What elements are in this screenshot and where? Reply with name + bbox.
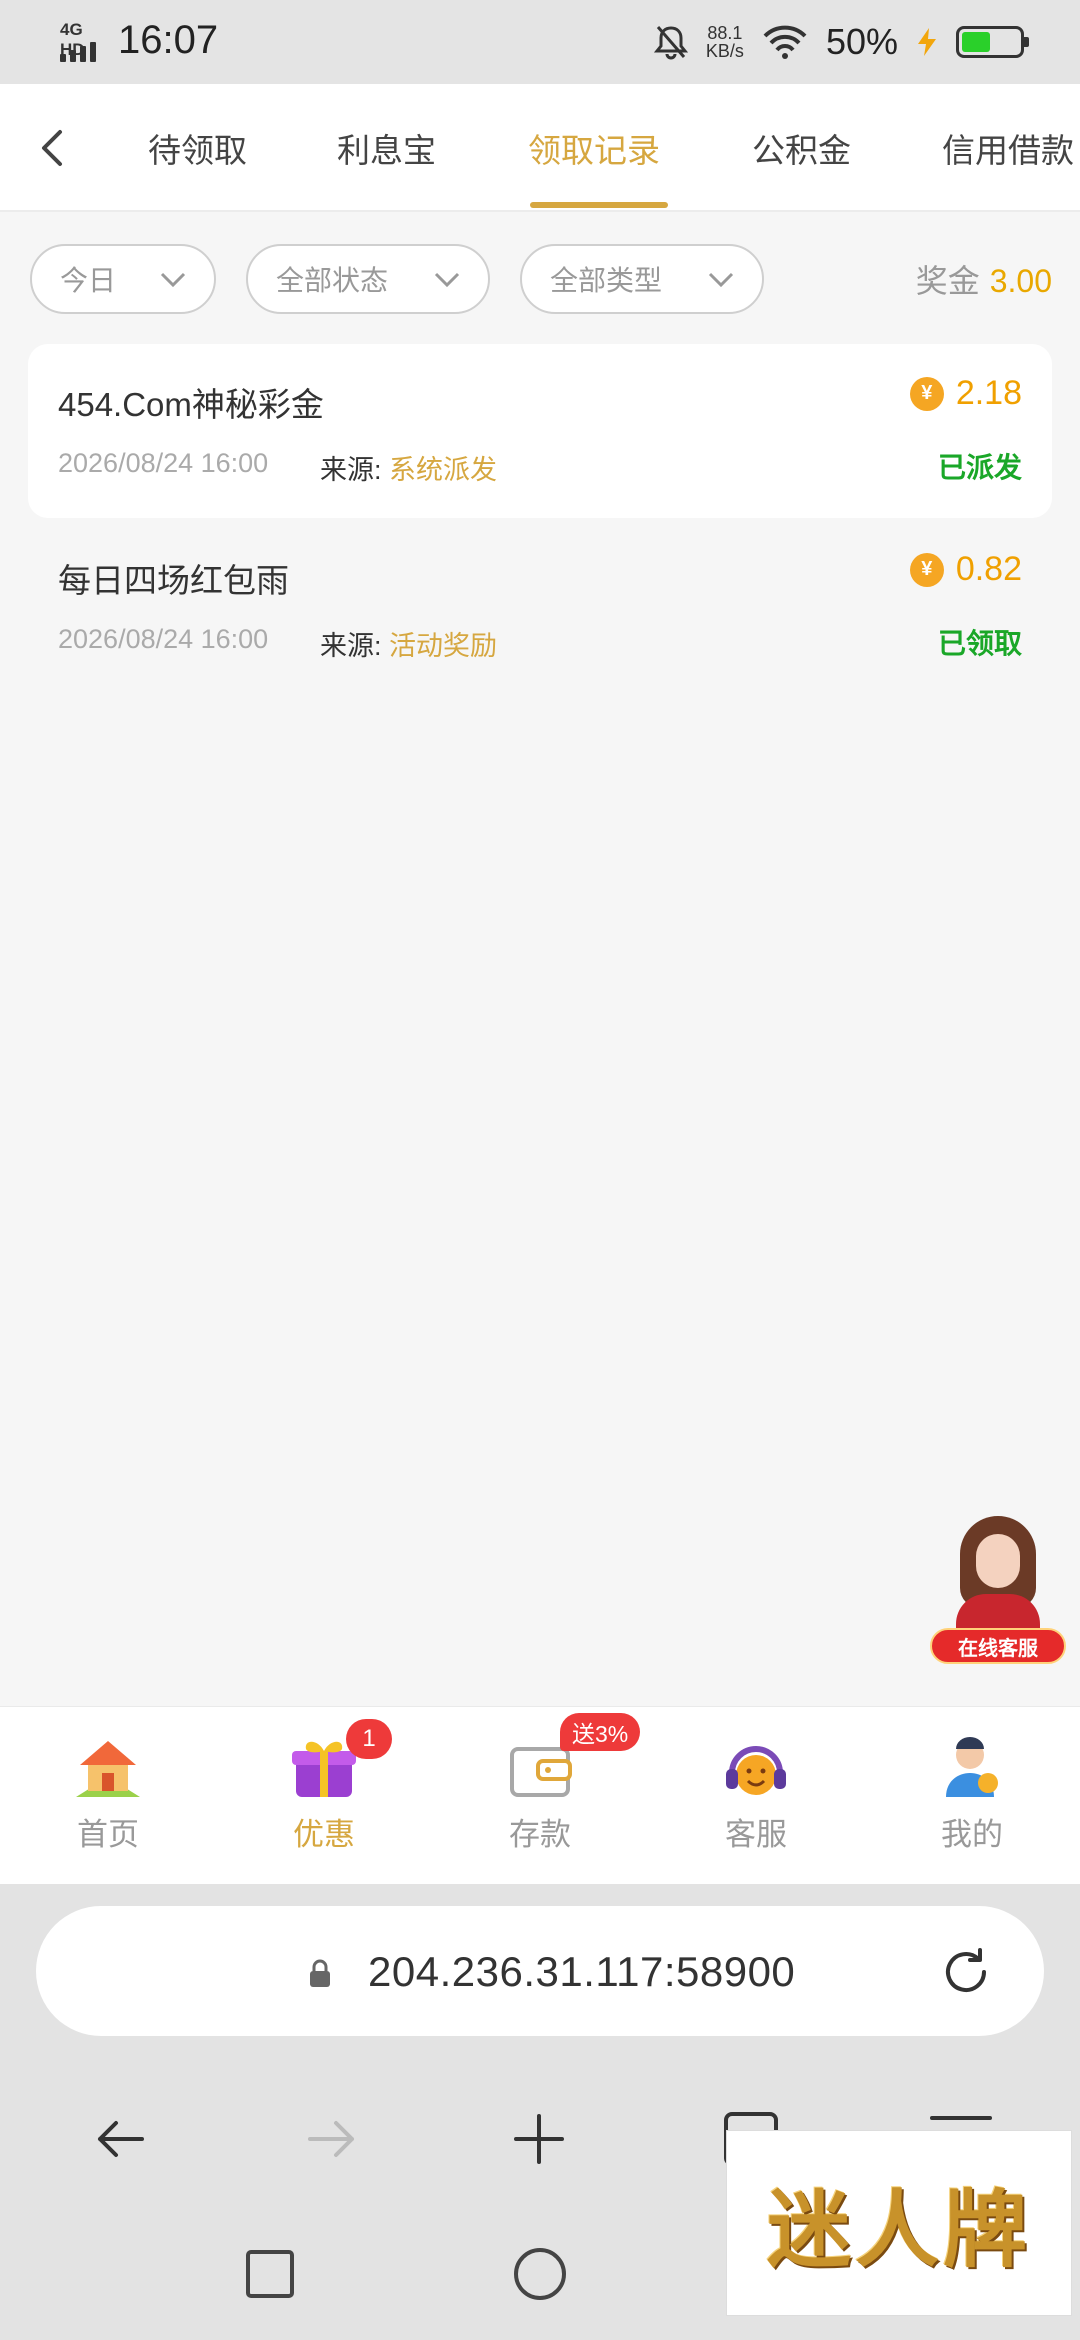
browser-forward-icon[interactable] <box>296 2104 366 2174</box>
record-date: 2026/08/24 16:00 <box>58 448 269 478</box>
record-amount: ¥ 2.18 <box>909 374 1022 413</box>
tab-pending[interactable]: 待领取 <box>148 124 247 172</box>
chevron-down-icon <box>708 272 734 288</box>
list-item[interactable]: 454.Com神秘彩金 ¥ 2.18 2026/08/24 16:00 来源: … <box>28 344 1052 518</box>
bonus-value: 3.00 <box>989 263 1052 299</box>
home-circle-icon[interactable] <box>510 2244 570 2304</box>
online-service-button[interactable]: 在线客服 <box>930 1516 1066 1664</box>
chevron-down-icon <box>434 272 460 288</box>
status-badge: 已领取 <box>937 628 1022 659</box>
lock-icon <box>310 1959 330 1987</box>
list-item[interactable]: 每日四场红包雨 ¥ 0.82 2026/08/24 16:00 来源: 活动奖励… <box>28 520 1052 694</box>
bonus-total: 奖金 3.00 <box>916 256 1052 302</box>
bell-off-icon <box>653 26 688 60</box>
recents-icon[interactable] <box>240 2244 300 2304</box>
network-speed: 88.1 KB/s <box>705 23 744 61</box>
status-filter[interactable]: 全部状态 <box>246 244 490 314</box>
active-tab-indicator <box>530 202 668 208</box>
browser-back-icon[interactable] <box>86 2104 156 2174</box>
record-title: 每日四场红包雨 <box>58 562 289 599</box>
watermark-text: 迷人牌 <box>766 2179 1031 2279</box>
home-icon <box>76 1741 140 1797</box>
clock: 16:07 <box>118 18 219 62</box>
battery-percent: 50% <box>825 21 898 62</box>
tab-claim-records[interactable]: 领取记录 <box>528 124 660 172</box>
reload-icon[interactable] <box>936 1942 996 2002</box>
record-source: 来源: 活动奖励 <box>320 631 498 661</box>
back-arrow-icon[interactable] <box>26 120 82 176</box>
type-filter-label: 全部类型 <box>550 265 663 296</box>
headset-icon <box>726 1746 786 1795</box>
date-filter[interactable]: 今日 <box>30 244 216 314</box>
user-icon <box>946 1737 998 1797</box>
charging-icon <box>918 28 936 56</box>
nav-profile[interactable]: 我的 <box>902 1735 1042 1855</box>
nav-deposit[interactable]: 存款 <box>470 1735 610 1855</box>
online-service-label: 在线客服 <box>930 1628 1066 1664</box>
wifi-icon <box>763 25 807 59</box>
chevron-down-icon <box>160 272 186 288</box>
record-date: 2026/08/24 16:00 <box>58 624 269 654</box>
record-amount: ¥ 0.82 <box>909 550 1022 589</box>
coin-icon: ¥ <box>909 376 944 411</box>
tab-header: 待领取 利息宝 领取记录 公积金 信用借款 <box>0 84 1080 212</box>
status-bar: 4G HD 16:07 88.1 KB/s 50% <box>0 0 1080 84</box>
tab-interest[interactable]: 利息宝 <box>337 124 436 172</box>
battery-icon <box>956 26 1029 58</box>
nav-service[interactable]: 客服 <box>686 1735 826 1855</box>
deposit-bonus-tag: 送3% <box>560 1713 641 1751</box>
nav-home[interactable]: 首页 <box>38 1735 178 1855</box>
bonus-label: 奖金 <box>915 263 980 299</box>
new-tab-icon[interactable] <box>504 2104 574 2174</box>
coin-icon: ¥ <box>909 552 944 587</box>
tab-provident-fund[interactable]: 公积金 <box>752 124 851 172</box>
tab-credit-loan[interactable]: 信用借款 <box>942 124 1074 172</box>
bottom-nav: 首页 优惠 1 存款 送3% 客服 我的 <box>0 1706 1080 1884</box>
record-title: 454.Com神秘彩金 <box>58 386 324 423</box>
date-filter-label: 今日 <box>60 265 117 296</box>
type-filter[interactable]: 全部类型 <box>520 244 764 314</box>
cellular-signal-icon: 4G HD <box>58 20 108 64</box>
address-bar[interactable]: 204.236.31.117:58900 <box>36 1906 1044 2036</box>
url-text: 204.236.31.117:58900 <box>368 1948 796 1995</box>
status-badge: 已派发 <box>937 452 1022 483</box>
watermark-logo: 迷人牌 <box>726 2130 1072 2316</box>
promo-count-badge: 1 <box>346 1719 392 1759</box>
record-source: 来源: 系统派发 <box>320 455 498 485</box>
status-filter-label: 全部状态 <box>276 265 389 296</box>
